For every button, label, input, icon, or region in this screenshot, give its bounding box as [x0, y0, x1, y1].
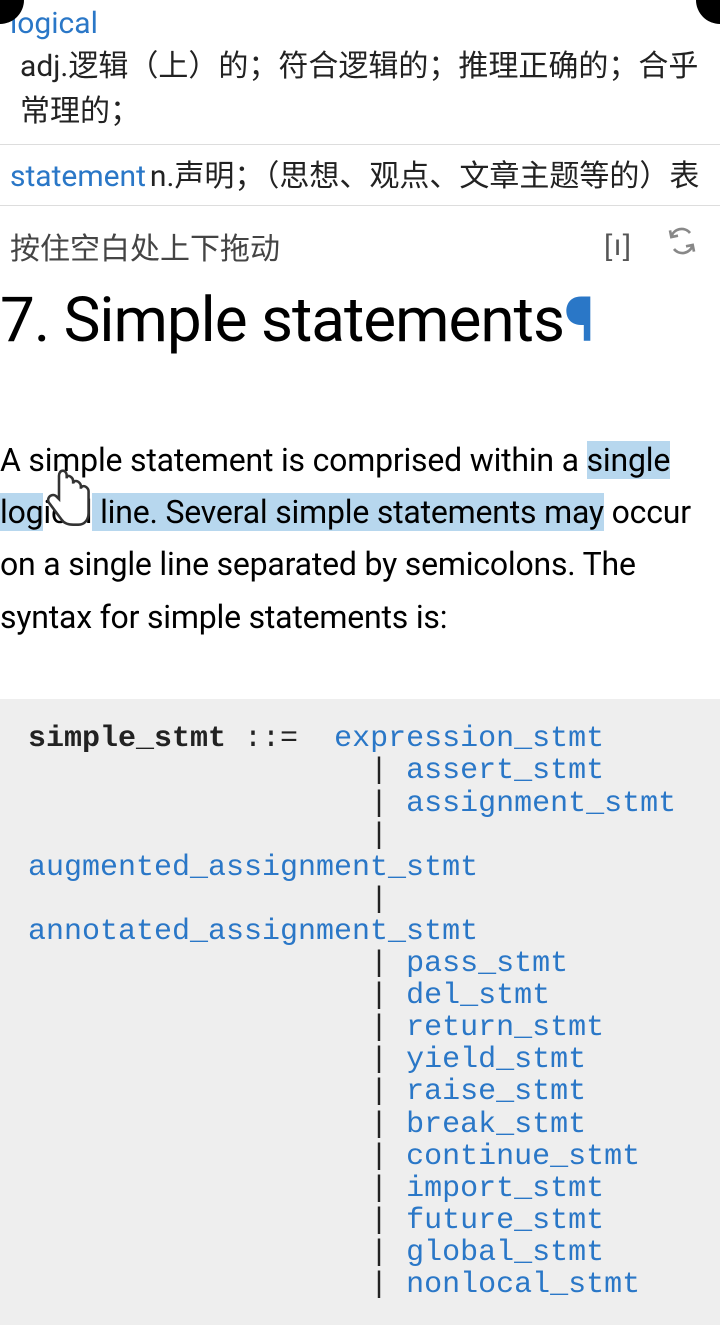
- dict-word[interactable]: logical: [10, 6, 710, 42]
- code-token[interactable]: return_stmt: [406, 1011, 604, 1045]
- code-token[interactable]: continue_stmt: [406, 1140, 640, 1174]
- code-token[interactable]: del_stmt: [406, 979, 550, 1013]
- translate-refresh-icon[interactable]: [666, 225, 698, 267]
- dict-word[interactable]: statement: [10, 159, 146, 194]
- selection-highlight[interactable]: line. Several simple statements may: [92, 493, 604, 531]
- code-token[interactable]: global_stmt: [406, 1236, 604, 1270]
- code-token[interactable]: raise_stmt: [406, 1075, 586, 1109]
- code-token[interactable]: yield_stmt: [406, 1043, 586, 1077]
- para-mid: ical: [43, 493, 92, 531]
- code-token[interactable]: import_stmt: [406, 1172, 604, 1206]
- code-token[interactable]: nonlocal_stmt: [406, 1268, 640, 1302]
- code-op: ::=: [226, 722, 334, 756]
- code-token[interactable]: break_stmt: [406, 1108, 586, 1142]
- dictionary-panel: logical adj.逻辑（上）的；符合逻辑的；推理正确的；合乎常理的； st…: [0, 0, 720, 206]
- dict-entry-logical[interactable]: logical adj.逻辑（上）的；符合逻辑的；推理正确的；合乎常理的；: [0, 0, 720, 145]
- toolbar: 按住空白处上下拖动 [ı]: [0, 206, 720, 276]
- document-content[interactable]: 7. Simple statements¶ A simple statement…: [0, 276, 720, 1325]
- code-token[interactable]: expression_stmt: [334, 722, 604, 756]
- grammar-code-block[interactable]: simple_stmt ::= expression_stmt | assert…: [0, 699, 720, 1325]
- dict-entry-statement[interactable]: statement n.声明；（思想、观点、文章主题等的）表: [0, 145, 720, 205]
- code-token[interactable]: pass_stmt: [406, 947, 568, 981]
- code-token[interactable]: assignment_stmt: [406, 787, 676, 821]
- code-token[interactable]: assert_stmt: [406, 754, 604, 788]
- pilcrow-icon[interactable]: ¶: [564, 284, 593, 357]
- brackets-icon[interactable]: [ı]: [604, 229, 632, 263]
- code-lhs: simple_stmt: [28, 722, 226, 756]
- dict-definition: adj.逻辑（上）的；符合逻辑的；推理正确的；合乎常理的；: [10, 44, 710, 134]
- intro-paragraph[interactable]: A simple statement is comprised within a…: [0, 360, 720, 644]
- heading-text: Simple statements: [64, 284, 564, 357]
- dict-definition: n.声明；（思想、观点、文章主题等的）表: [150, 159, 699, 194]
- page-title: 7. Simple statements¶: [0, 276, 720, 360]
- code-token[interactable]: future_stmt: [406, 1204, 604, 1238]
- code-token[interactable]: annotated_assignment_stmt: [28, 915, 478, 949]
- drag-hint: 按住空白处上下拖动: [10, 224, 280, 268]
- heading-number: 7.: [0, 284, 49, 357]
- para-pre: A simple statement is comprised within a: [0, 441, 587, 479]
- code-token[interactable]: augmented_assignment_stmt: [28, 851, 478, 885]
